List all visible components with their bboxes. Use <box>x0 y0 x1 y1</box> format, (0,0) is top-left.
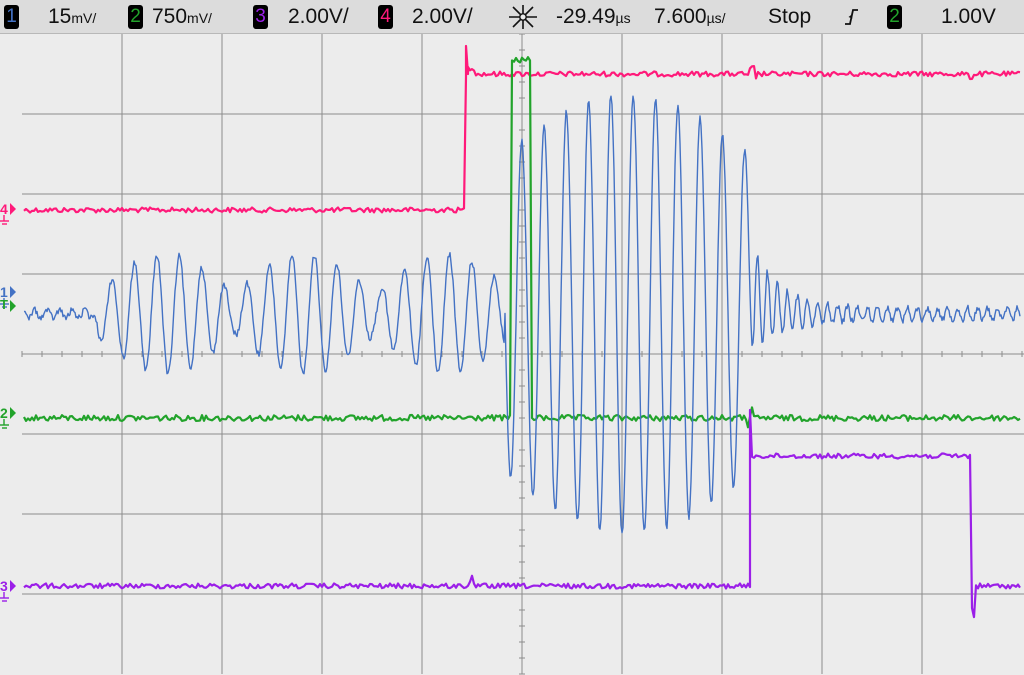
svg-text:3: 3 <box>0 578 8 594</box>
ch2-ground-marker: 2 <box>0 405 16 429</box>
ch3-scale[interactable]: 2.00V/ <box>288 5 349 29</box>
time-scale-value: 7.600 <box>654 5 707 28</box>
ch1-scale-value: 15 <box>48 5 72 28</box>
status-bar: 1 15mV/ 2 750mV/ 3 2.00V/ 4 2.00V/ -29.4… <box>0 0 1024 34</box>
svg-text:2: 2 <box>0 405 8 421</box>
waveform-display[interactable]: 4123T <box>0 34 1024 675</box>
svg-text:4: 4 <box>0 201 8 217</box>
graticule-grid <box>21 34 1024 675</box>
trigger-position-icon[interactable] <box>506 3 540 36</box>
time-offset[interactable]: -29.49µs <box>556 5 631 29</box>
channel-markers: 4123T <box>0 201 16 602</box>
time-scale-unit: µs/ <box>706 10 726 26</box>
oscilloscope-screen: 1 15mV/ 2 750mV/ 3 2.00V/ 4 2.00V/ -29.4… <box>0 0 1024 675</box>
ch4-scale[interactable]: 2.00V/ <box>412 5 473 29</box>
time-offset-value: -29.49 <box>556 5 616 28</box>
ch2-badge[interactable]: 2 <box>128 5 143 29</box>
ch2-scale-unit: mV/ <box>187 10 212 26</box>
ch1-scale-unit: mV/ <box>71 10 97 26</box>
ch2-scale-value: 750 <box>152 5 188 28</box>
run-state[interactable]: Stop <box>768 5 811 29</box>
time-offset-unit: µs <box>615 10 631 26</box>
ch3-ground-marker: 3 <box>0 578 16 602</box>
ch1-badge[interactable]: 1 <box>4 5 19 29</box>
ch4-badge[interactable]: 4 <box>378 5 393 29</box>
ch1-scale[interactable]: 15mV/ <box>48 5 96 29</box>
ch3-badge[interactable]: 3 <box>253 5 268 29</box>
waveform-canvas: 4123T <box>0 34 1024 675</box>
ch4-ground-marker: 4 <box>0 201 16 225</box>
svg-text:T: T <box>0 297 8 312</box>
rising-edge-icon[interactable] <box>842 6 860 33</box>
trigger-level[interactable]: 1.00V <box>941 5 996 29</box>
trigger-source-badge[interactable]: 2 <box>887 5 902 29</box>
ch2-scale[interactable]: 750mV/ <box>152 5 212 29</box>
time-scale[interactable]: 7.600µs/ <box>654 5 726 29</box>
